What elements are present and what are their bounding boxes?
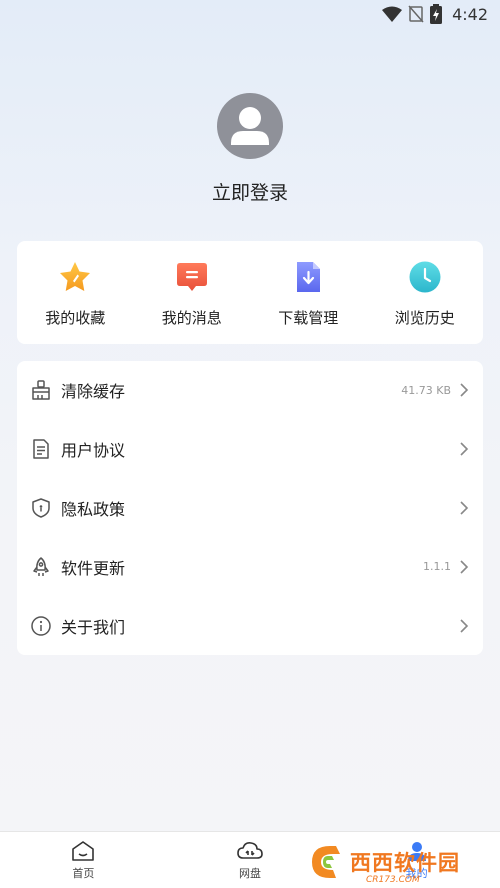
shortcut-label: 浏览历史 [394, 309, 455, 327]
chevron-right-icon [460, 442, 469, 456]
watermark-text: 西西软件园 [350, 851, 460, 875]
menu-label: 隐私政策 [61, 499, 126, 519]
nav-home[interactable]: 首页 [0, 832, 167, 888]
menu-item-about-us[interactable]: 关于我们 [17, 596, 483, 655]
watermark-logo: 西西软件园 CR173.COM [306, 842, 482, 885]
clock-icon [409, 261, 441, 293]
nav-label: 网盘 [239, 867, 261, 880]
chevron-right-icon [460, 383, 469, 397]
star-icon [60, 262, 91, 291]
wifi-icon [382, 6, 403, 22]
user-avatar-icon [231, 107, 269, 145]
cache-size: 41.73 KB [401, 383, 451, 397]
home-icon [72, 841, 95, 861]
shortcut-messages[interactable]: 我的消息 [134, 241, 251, 344]
shield-icon [29, 496, 53, 520]
battery-icon [430, 4, 443, 24]
shortcut-history[interactable]: 浏览历史 [367, 241, 484, 344]
shortcut-label: 我的消息 [161, 309, 222, 327]
document-icon [29, 437, 53, 461]
status-bar: 4:42 [0, 0, 500, 30]
settings-menu: 清除缓存 41.73 KB 用户协议 隐私政策 软件更新 1.1.1 关于我们 [17, 361, 483, 655]
watermark-emblem-icon [312, 846, 340, 878]
status-time: 4:42 [452, 4, 488, 24]
watermark-sub: CR173.COM [366, 875, 420, 885]
shortcut-downloads[interactable]: 下载管理 [250, 241, 367, 344]
shortcut-favorites[interactable]: 我的收藏 [17, 241, 134, 344]
cloud-icon [237, 842, 263, 859]
nav-label: 首页 [72, 867, 95, 880]
no-signal-icon [408, 5, 424, 23]
login-link[interactable]: 立即登录 [0, 178, 500, 205]
chevron-right-icon [460, 501, 469, 515]
chevron-right-icon [460, 560, 469, 574]
menu-item-clear-cache[interactable]: 清除缓存 41.73 KB [17, 361, 483, 420]
status-icons: 4:42 [382, 4, 488, 24]
menu-label: 清除缓存 [61, 382, 126, 402]
broom-icon [29, 378, 53, 402]
menu-label: 软件更新 [61, 558, 126, 578]
menu-item-user-agreement[interactable]: 用户协议 [17, 420, 483, 479]
shortcut-label: 我的收藏 [45, 309, 106, 327]
menu-item-privacy-policy[interactable]: 隐私政策 [17, 479, 483, 538]
shortcut-card: 我的收藏 我的消息 下载管理 浏览历史 [17, 241, 483, 344]
avatar[interactable] [217, 93, 283, 159]
menu-label: 用户协议 [61, 441, 126, 461]
menu-item-software-update[interactable]: 软件更新 1.1.1 [17, 537, 483, 596]
app-version: 1.1.1 [423, 560, 451, 574]
shortcut-label: 下载管理 [278, 309, 339, 327]
info-icon [29, 614, 53, 638]
rocket-icon [29, 555, 53, 579]
message-icon [176, 263, 207, 291]
download-file-icon [297, 262, 321, 292]
menu-label: 关于我们 [61, 617, 126, 637]
chevron-right-icon [460, 619, 469, 633]
